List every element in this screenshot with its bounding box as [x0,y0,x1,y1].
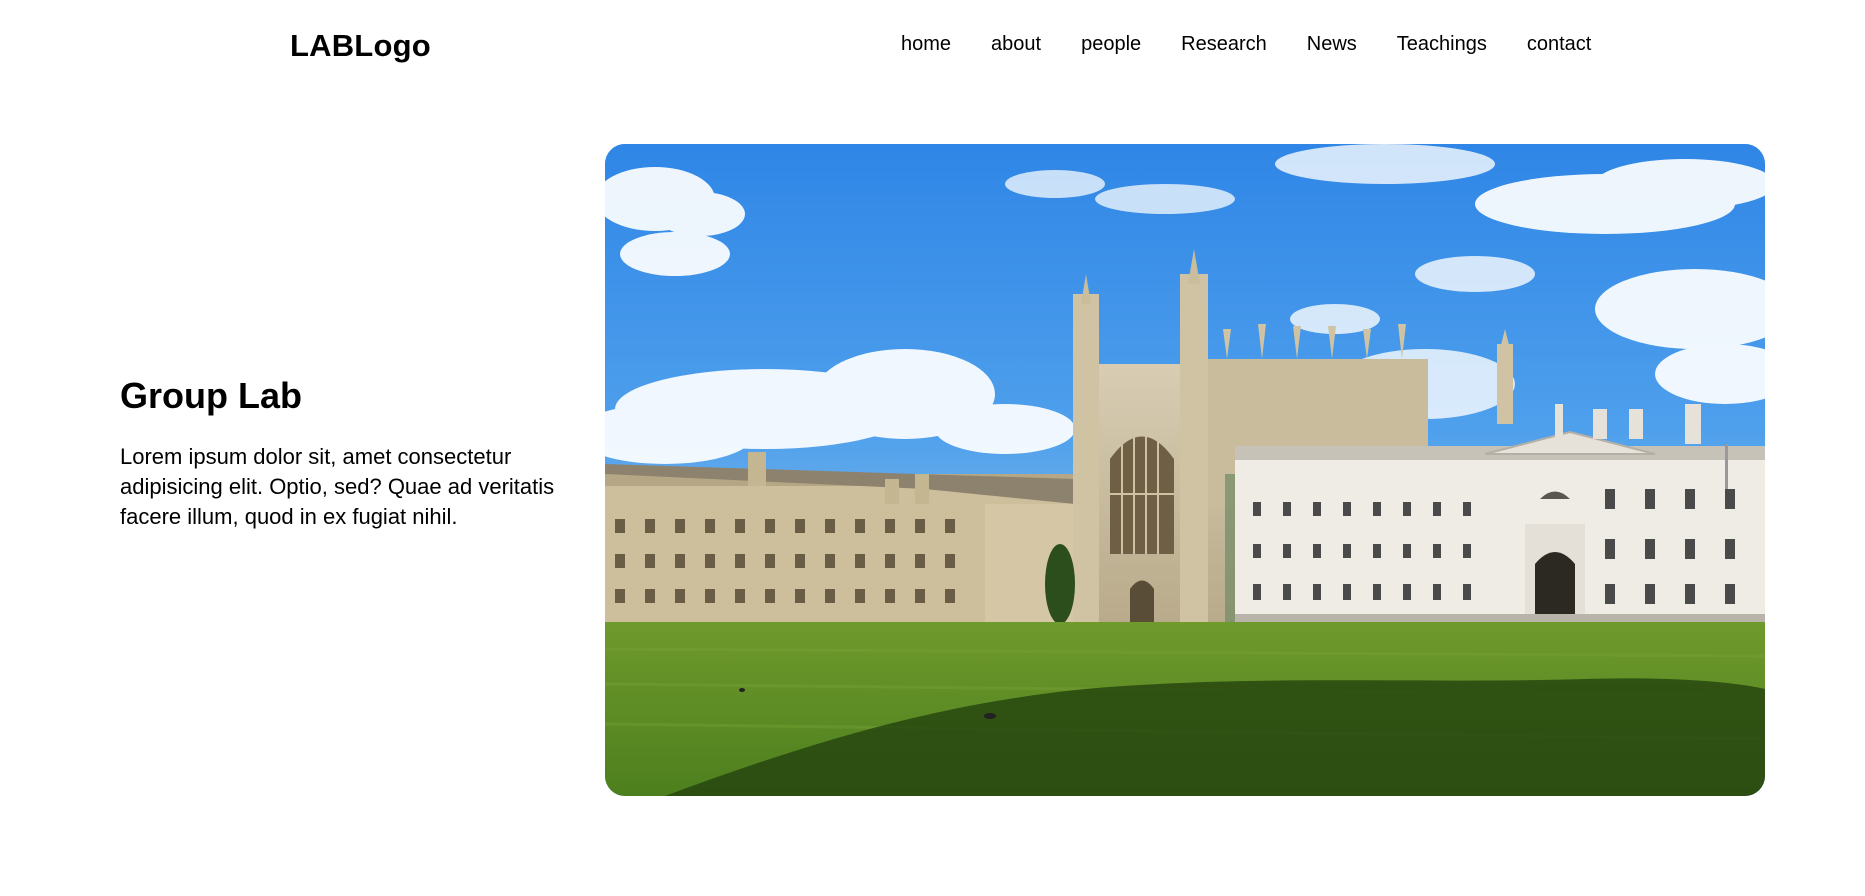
nav-link-news[interactable]: News [1307,30,1357,58]
nav-link-teachings[interactable]: Teachings [1397,30,1487,58]
hero-title: Group Lab [120,375,302,416]
nav-link-about[interactable]: about [991,30,1041,58]
hero-description: Lorem ipsum dolor sit, amet consectetur … [120,444,555,529]
page: LABLogo home about people Research News … [0,0,1865,896]
main-navigation: home about people Research News Teaching… [901,30,1591,58]
site-logo[interactable]: LABLogo [290,28,431,64]
nav-link-home[interactable]: home [901,30,951,58]
nav-link-contact[interactable]: contact [1527,30,1591,58]
nav-link-people[interactable]: people [1081,30,1141,58]
nav-link-research[interactable]: Research [1181,30,1267,58]
hero-image [605,144,1765,796]
college-photo-illustration [605,144,1765,796]
left-building [605,452,1075,624]
